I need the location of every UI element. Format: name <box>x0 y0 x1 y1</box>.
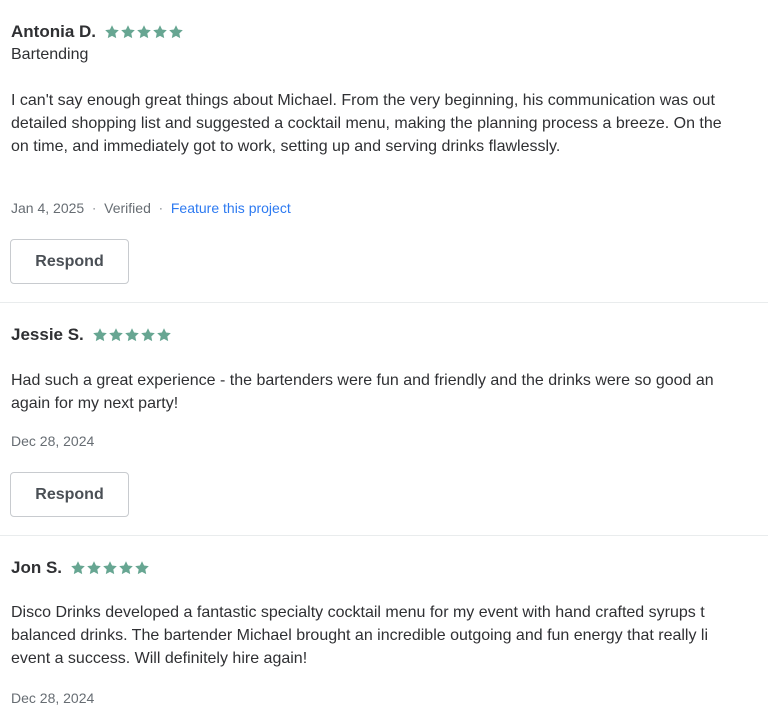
star-icon <box>136 24 152 40</box>
review-header: Jessie S. <box>11 323 172 347</box>
star-rating <box>104 24 184 40</box>
review-divider <box>0 535 768 536</box>
reviewer-name: Jessie S. <box>11 325 84 344</box>
verified-label: Verified <box>104 200 151 216</box>
review-text-line: on time, and immediately got to work, se… <box>11 138 561 155</box>
star-icon <box>124 327 140 343</box>
review-text: I can't say enough great things about Mi… <box>11 89 768 158</box>
star-icon <box>140 327 156 343</box>
respond-button[interactable]: Respond <box>10 239 129 284</box>
star-icon <box>86 560 102 576</box>
star-icon <box>120 24 136 40</box>
review-date: Dec 28, 2024 <box>11 690 95 706</box>
star-icon <box>102 560 118 576</box>
star-icon <box>156 327 172 343</box>
review-text-line: I can't say enough great things about Mi… <box>11 92 715 109</box>
review-text-line: event a success. Will definitely hire ag… <box>11 650 308 667</box>
reviewer-name: Antonia D. <box>11 22 96 41</box>
review-meta: Jan 4, 2025 · Verified · Feature this pr… <box>11 198 291 218</box>
star-icon <box>104 24 120 40</box>
feature-project-link[interactable]: Feature this project <box>171 200 291 216</box>
meta-separator: · <box>92 201 97 215</box>
star-rating <box>92 327 172 343</box>
star-rating <box>70 560 150 576</box>
review-text-line: balanced drinks. The bartender Michael b… <box>11 627 709 644</box>
review-header: Jon S. <box>11 556 150 580</box>
review-meta: Dec 28, 2024 <box>11 431 94 451</box>
review-text-line: Disco Drinks developed a fantastic speci… <box>11 604 705 621</box>
review-header: Antonia D. <box>11 20 184 44</box>
review-meta: Dec 28, 2024 <box>11 688 94 707</box>
respond-button[interactable]: Respond <box>10 472 129 517</box>
review-text: Had such a great experience - the barten… <box>11 369 768 415</box>
star-icon <box>134 560 150 576</box>
star-icon <box>118 560 134 576</box>
star-icon <box>168 24 184 40</box>
reviews-list: Antonia D. Bartending I can't say enough… <box>0 0 768 707</box>
review-text-line: again for my next party! <box>11 395 179 412</box>
star-icon <box>92 327 108 343</box>
review-date: Jan 4, 2025 <box>11 200 85 216</box>
review-text: Disco Drinks developed a fantastic speci… <box>11 601 768 670</box>
review-text-line: detailed shopping list and suggested a c… <box>11 115 722 132</box>
review-text-line: Had such a great experience - the barten… <box>11 372 714 389</box>
meta-separator: · <box>158 201 163 215</box>
review-divider <box>0 302 768 303</box>
star-icon <box>152 24 168 40</box>
service-name: Bartending <box>11 46 89 63</box>
star-icon <box>108 327 124 343</box>
review-date: Dec 28, 2024 <box>11 433 95 449</box>
reviewer-name: Jon S. <box>11 558 63 577</box>
star-icon <box>70 560 86 576</box>
